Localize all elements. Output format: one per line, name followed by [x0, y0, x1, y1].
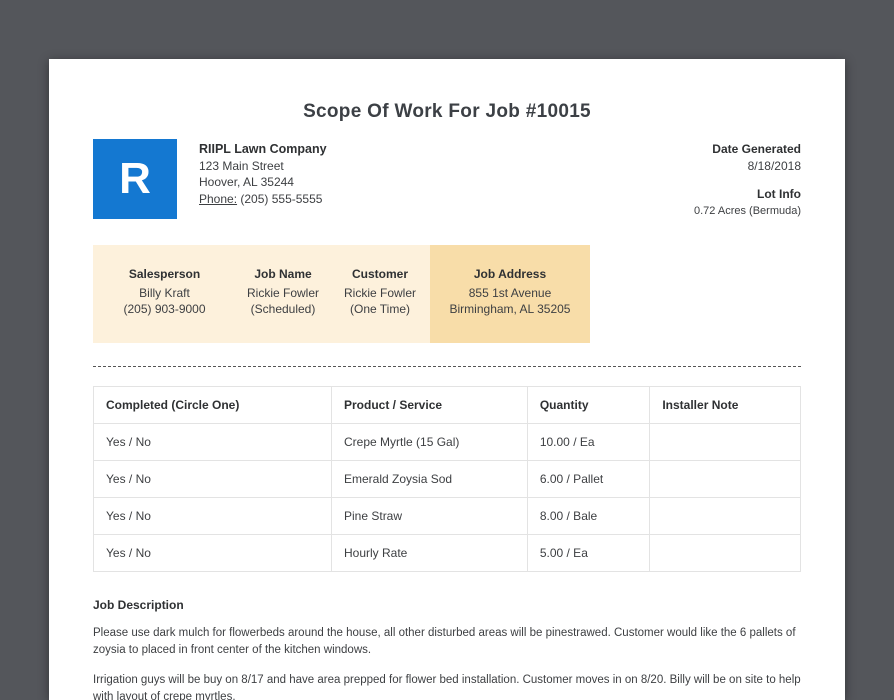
- cell-product: Pine Straw: [331, 497, 528, 535]
- cell-installer-note: [649, 497, 801, 535]
- table-row: Yes / No Crepe Myrtle (15 Gal) 10.00 / E…: [93, 423, 801, 461]
- cell-installer-note: [649, 423, 801, 461]
- info-col-line2: (One Time): [349, 302, 410, 316]
- info-col-job-name: Job Name Rickie Fowler (Scheduled): [236, 245, 330, 343]
- document-page: Scope Of Work For Job #10015 R RIIPL Law…: [49, 59, 845, 700]
- cell-quantity: 5.00 / Ea: [526, 534, 651, 572]
- info-col-line1: Billy Kraft: [139, 286, 190, 300]
- table-row: Yes / No Pine Straw 8.00 / Bale: [93, 497, 801, 535]
- dashed-divider: [93, 366, 801, 367]
- job-description-section: Job Description Please use dark mulch fo…: [93, 598, 801, 700]
- job-description-paragraph: Please use dark mulch for flowerbeds aro…: [93, 627, 796, 656]
- table-header-row: Completed (Circle One) Product / Service…: [93, 386, 801, 424]
- cell-completed: Yes / No: [93, 534, 332, 572]
- info-col-job-address: Job Address 855 1st Avenue Birmingham, A…: [430, 245, 590, 343]
- info-col-label: Salesperson: [128, 267, 201, 281]
- info-col-label: Job Name: [254, 267, 312, 281]
- document-meta: Date Generated 8/18/2018 Lot Info 0.72 A…: [694, 139, 801, 219]
- company-logo: R: [93, 139, 177, 219]
- phone-value: (205) 555-5555: [240, 191, 323, 206]
- cell-quantity: 10.00 / Ea: [526, 423, 651, 461]
- info-col-line2: (205) 903-9000: [123, 302, 206, 316]
- phone-label: Phone:: [199, 191, 238, 206]
- lot-info-label: Lot Info: [757, 187, 801, 201]
- job-description-paragraph: Irrigation guys will be buy on 8/17 and …: [93, 674, 801, 700]
- cell-product: Crepe Myrtle (15 Gal): [331, 423, 528, 461]
- cell-installer-note: [649, 534, 801, 572]
- info-col-line1: Rickie Fowler: [343, 286, 416, 300]
- info-col-line1: Rickie Fowler: [246, 286, 319, 300]
- company-address-line1: 123 Main Street: [199, 158, 284, 173]
- document-header: R RIIPL Lawn Company 123 Main Street Hoo…: [93, 139, 801, 219]
- company-phone: Phone: (205) 555-5555: [199, 191, 327, 208]
- company-info: RIIPL Lawn Company 123 Main Street Hoove…: [199, 139, 327, 219]
- lot-info-value: 0.72 Acres (Bermuda): [694, 204, 801, 217]
- cell-completed: Yes / No: [93, 497, 332, 535]
- page-title: Scope Of Work For Job #10015: [303, 101, 591, 122]
- date-generated-value: 8/18/2018: [747, 158, 801, 173]
- scope-of-work-table: Completed (Circle One) Product / Service…: [93, 386, 801, 572]
- job-description-heading: Job Description: [93, 598, 184, 612]
- cell-installer-note: [649, 460, 801, 498]
- table-row: Yes / No Emerald Zoysia Sod 6.00 / Palle…: [93, 460, 801, 498]
- info-col-line2: (Scheduled): [250, 302, 316, 316]
- info-col-label: Customer: [351, 267, 408, 281]
- company-address-line2: Hoover, AL 35244: [199, 175, 294, 189]
- info-col-customer: Customer Rickie Fowler (One Time): [330, 245, 430, 343]
- job-info-bar: Salesperson Billy Kraft (205) 903-9000 J…: [93, 245, 590, 343]
- info-col-salesperson: Salesperson Billy Kraft (205) 903-9000: [93, 245, 236, 343]
- header-quantity: Quantity: [526, 386, 651, 424]
- cell-completed: Yes / No: [93, 460, 332, 498]
- cell-completed: Yes / No: [93, 423, 332, 461]
- table-row: Yes / No Hourly Rate 5.00 / Ea: [93, 534, 801, 572]
- cell-quantity: 6.00 / Pallet: [526, 460, 651, 498]
- info-col-line2: Birmingham, AL 35205: [449, 302, 571, 316]
- header-completed: Completed (Circle One): [93, 386, 332, 424]
- lot-info-group: Lot Info 0.72 Acres (Bermuda): [694, 186, 801, 219]
- date-generated-group: Date Generated 8/18/2018: [694, 141, 801, 174]
- cell-product: Hourly Rate: [331, 534, 528, 572]
- print-preview-backdrop: Scope Of Work For Job #10015 R RIIPL Law…: [0, 59, 894, 700]
- info-col-line1: 855 1st Avenue: [468, 286, 552, 300]
- cell-product: Emerald Zoysia Sod: [331, 460, 528, 498]
- date-generated-label: Date Generated: [712, 142, 801, 156]
- cell-quantity: 8.00 / Bale: [526, 497, 651, 535]
- logo-letter: R: [119, 154, 151, 203]
- company-name: RIIPL Lawn Company: [199, 142, 327, 156]
- header-installer-note: Installer Note: [649, 386, 801, 424]
- header-product-service: Product / Service: [331, 386, 528, 424]
- info-col-label: Job Address: [473, 267, 547, 281]
